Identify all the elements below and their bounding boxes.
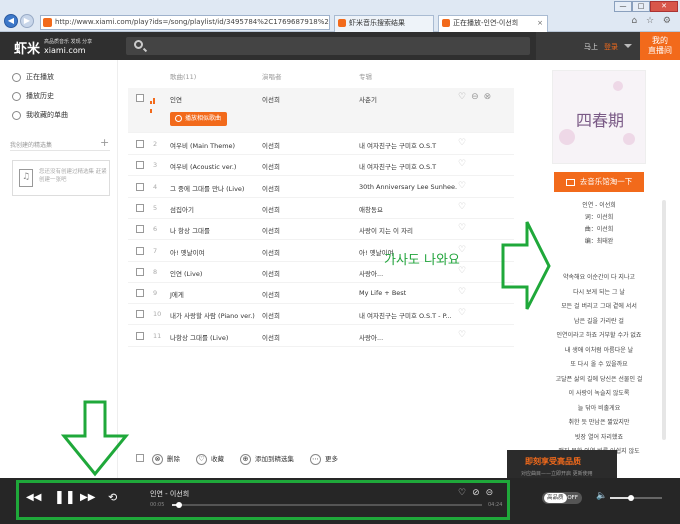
annotation-arrow-right xyxy=(501,221,551,310)
annotation-arrow-down xyxy=(60,400,130,477)
annotation-overlay xyxy=(60,221,551,477)
annotation-text: 가사도 나와요 xyxy=(384,253,460,268)
annotation-player-highlight xyxy=(16,480,510,520)
